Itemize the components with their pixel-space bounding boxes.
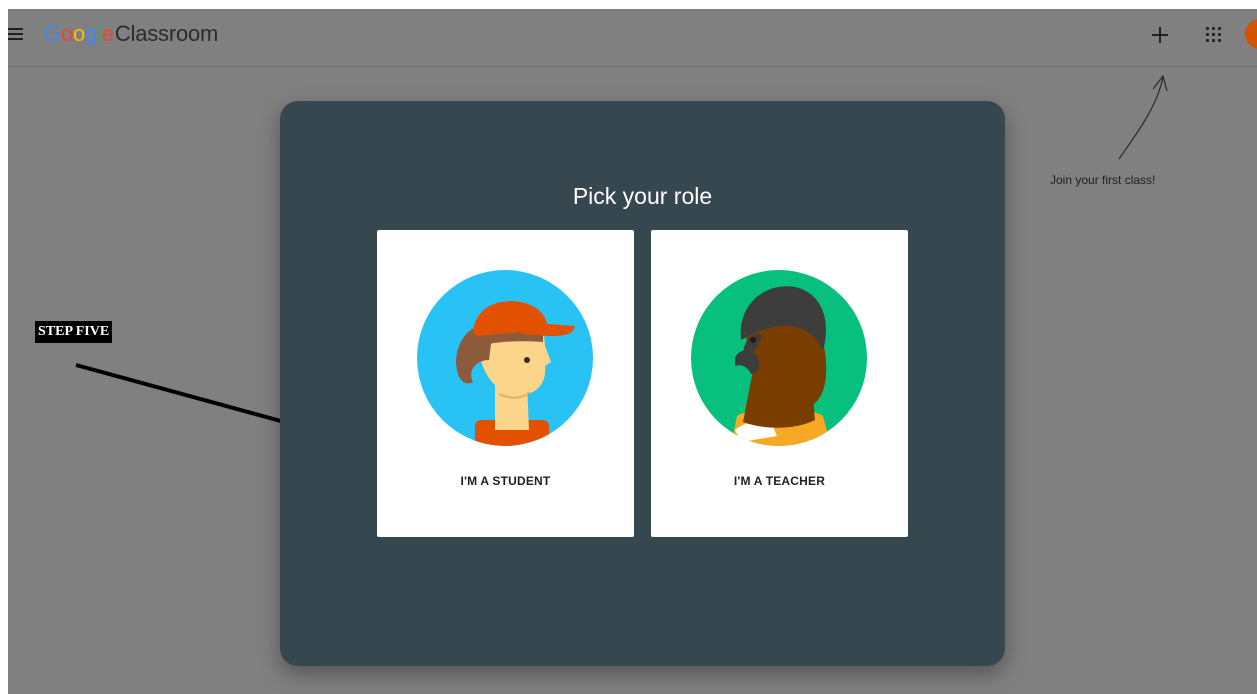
role-picker-dialog: Pick your role I'M A STUDENT I'M A TEACH… [280, 101, 1005, 666]
student-role-card[interactable]: I'M A STUDENT [377, 230, 634, 537]
add-class-button[interactable] [1146, 21, 1174, 49]
teacher-role-label: I'M A TEACHER [733, 474, 826, 488]
student-illustration [417, 270, 593, 446]
teacher-role-card[interactable]: I'M A TEACHER [651, 230, 908, 537]
classroom-app: GoogleClassroom Join your first class! S… [8, 9, 1257, 694]
google-wordmark: Google [44, 21, 114, 46]
step-annotation-label: STEP FIVE [35, 321, 113, 343]
teacher-illustration [691, 270, 867, 446]
apps-grid-icon[interactable] [1204, 25, 1224, 45]
product-name: Classroom [114, 21, 219, 46]
join-class-hint: Join your first class! [1050, 173, 1156, 187]
main-menu-icon[interactable] [8, 27, 23, 41]
student-role-label: I'M A STUDENT [460, 474, 551, 488]
dialog-title: Pick your role [572, 183, 713, 209]
app-logo[interactable]: GoogleClassroom [44, 21, 218, 47]
hint-arrow-icon [1118, 74, 1168, 160]
account-avatar[interactable] [1245, 19, 1257, 49]
top-bar: GoogleClassroom [8, 9, 1257, 67]
